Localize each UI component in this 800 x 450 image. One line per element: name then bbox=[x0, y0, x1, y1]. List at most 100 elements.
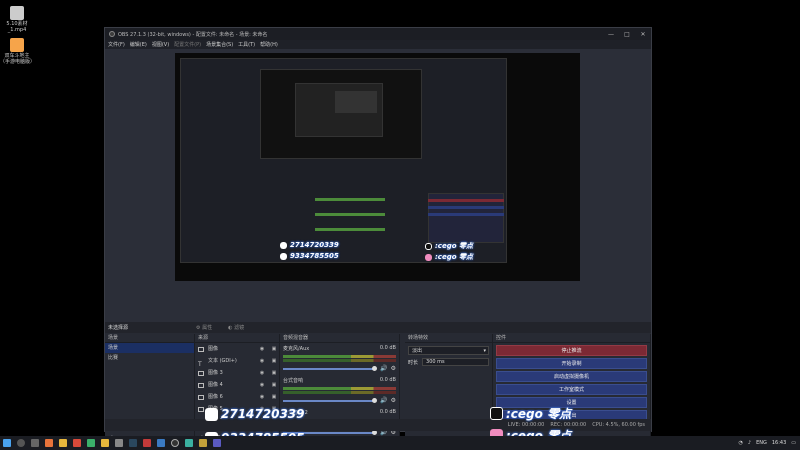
level-meter bbox=[283, 387, 396, 390]
cpu-status: CPU: 4.5%, 60.00 fps bbox=[592, 422, 645, 428]
speaker-icon[interactable]: ♪ bbox=[748, 440, 751, 446]
lock-icon[interactable]: ▣ bbox=[269, 379, 279, 391]
desktop-icon-video[interactable]: 5.10素材_1.mp4 bbox=[0, 6, 34, 33]
obs-window: OBS 27.1.3 (32-bit, windows) - 配置文件: 未命名… bbox=[104, 27, 652, 444]
menu-scene-collection[interactable]: 场景集合(S) bbox=[206, 41, 233, 48]
menu-profile: 配置文件(P) bbox=[174, 42, 202, 48]
obs-icon[interactable] bbox=[171, 439, 179, 447]
preview-canvas[interactable]: 2714720339 9334785505 :cego 零点 :cego 零点 bbox=[175, 53, 580, 281]
source-item[interactable]: T 文本 (GDI+) ◉ ▣ bbox=[195, 355, 279, 368]
app-icon[interactable] bbox=[185, 439, 193, 447]
app-icon[interactable] bbox=[73, 439, 81, 447]
menu-file[interactable]: 文件(F) bbox=[108, 41, 125, 48]
app-icon[interactable] bbox=[213, 439, 221, 447]
source-item[interactable]: 图像 ◉ ▣ bbox=[195, 343, 279, 355]
tiktok-icon bbox=[490, 407, 503, 420]
nested-bar bbox=[315, 213, 385, 216]
text-icon: T bbox=[198, 360, 202, 368]
network-icon[interactable]: ◔ bbox=[738, 440, 742, 446]
menu-view[interactable]: 视图(V) bbox=[152, 41, 169, 48]
source-item[interactable]: 图像 6 ◉ ▣ bbox=[195, 391, 279, 403]
close-button[interactable]: ✕ bbox=[635, 31, 651, 38]
scene-item[interactable]: 场景 bbox=[105, 343, 194, 353]
preview-overlay-qq1: 2714720339 bbox=[280, 241, 339, 249]
menu-help[interactable]: 帮助(H) bbox=[260, 41, 278, 48]
filters-button[interactable]: ◐ 滤镜 bbox=[228, 324, 244, 331]
steam-icon[interactable] bbox=[129, 439, 137, 447]
volume-knob[interactable] bbox=[372, 398, 378, 403]
app-icon[interactable] bbox=[45, 439, 53, 447]
lock-icon[interactable]: ▣ bbox=[269, 367, 279, 379]
task-view-icon[interactable] bbox=[31, 439, 39, 447]
lock-icon[interactable]: ▣ bbox=[269, 391, 279, 403]
overlay-bilibili-text: :cego 零点 bbox=[435, 253, 473, 261]
image-icon bbox=[198, 406, 204, 412]
gear-icon[interactable]: ⚙ bbox=[391, 365, 396, 372]
clock[interactable]: 16:43 bbox=[772, 440, 786, 446]
eye-icon[interactable]: ◉ bbox=[257, 391, 267, 403]
speaker-icon[interactable]: 🔊 bbox=[380, 397, 387, 404]
app-icon[interactable] bbox=[115, 439, 123, 447]
eye-icon[interactable]: ◉ bbox=[257, 355, 267, 367]
gear-icon[interactable]: ⚙ bbox=[391, 397, 396, 404]
maximize-button[interactable]: □ bbox=[619, 31, 635, 38]
duration-input[interactable]: 300 ms bbox=[422, 358, 489, 366]
minimize-button[interactable]: — bbox=[603, 31, 619, 38]
level-meter bbox=[283, 391, 396, 394]
app-icon[interactable] bbox=[87, 439, 95, 447]
desktop: 5.10素材_1.mp4 双车斗地主（手游电脑版） OBS 27.1.3 (32… bbox=[0, 0, 800, 450]
desktop-icon-label: 双车斗地主（手游电脑版） bbox=[0, 53, 36, 65]
overlay-qq2-text: 9334785505 bbox=[290, 252, 339, 260]
eye-icon[interactable]: ◉ bbox=[257, 343, 267, 355]
speaker-icon[interactable]: 🔊 bbox=[380, 365, 387, 372]
scene-item[interactable]: 比赛 bbox=[105, 353, 194, 363]
start-virtual-camera-button[interactable]: 启动虚拟摄像机 bbox=[496, 371, 647, 382]
eye-icon[interactable]: ◉ bbox=[257, 367, 267, 379]
volume-slider[interactable] bbox=[283, 367, 374, 370]
image-icon bbox=[198, 370, 204, 376]
transition-select[interactable]: 淡出 ▾ bbox=[408, 346, 489, 355]
studio-mode-button[interactable]: 工作室模式 bbox=[496, 384, 647, 395]
menu-bar: 文件(F) 编辑(E) 视图(V) 配置文件(P) 场景集合(S) 工具(T) … bbox=[105, 40, 651, 49]
search-icon[interactable] bbox=[17, 439, 25, 447]
app-icon[interactable] bbox=[101, 439, 109, 447]
stop-streaming-button[interactable]: 停止推流 bbox=[496, 345, 647, 356]
windows-start-icon[interactable] bbox=[3, 439, 11, 447]
source-label: 文本 (GDI+) bbox=[208, 358, 237, 364]
volume-knob[interactable] bbox=[372, 366, 378, 371]
menu-edit[interactable]: 编辑(E) bbox=[130, 41, 147, 48]
properties-button[interactable]: ⚙ 属性 bbox=[196, 324, 212, 331]
system-tray: ◔ ♪ ENG 16:43 ▭ bbox=[733, 436, 796, 450]
transitions-title: 转场特效 bbox=[405, 334, 492, 343]
folder-icon[interactable] bbox=[59, 439, 67, 447]
overlay-qq1-text: 2714720339 bbox=[221, 407, 305, 421]
start-recording-button[interactable]: 开始录制 bbox=[496, 358, 647, 369]
duration-row: 时长 300 ms bbox=[408, 358, 489, 366]
eye-icon[interactable]: ◉ bbox=[257, 379, 267, 391]
menu-tools[interactable]: 工具(T) bbox=[238, 41, 255, 48]
video-file-icon bbox=[10, 6, 24, 20]
lock-icon[interactable]: ▣ bbox=[269, 355, 279, 367]
source-item[interactable]: 图像 3 ◉ ▣ bbox=[195, 367, 279, 379]
notification-icon[interactable]: ▭ bbox=[791, 440, 796, 446]
nested-bar bbox=[428, 199, 504, 202]
source-item[interactable]: 图像 4 ◉ ▣ bbox=[195, 379, 279, 391]
lock-icon[interactable]: ▣ bbox=[269, 343, 279, 355]
window-title: OBS 27.1.3 (32-bit, windows) - 配置文件: 未命名… bbox=[118, 31, 268, 38]
app-icon[interactable] bbox=[199, 439, 207, 447]
app-icon[interactable] bbox=[157, 439, 165, 447]
mixer-channel: 麦克风/Aux 0.0 dB 🔊 ⚙ bbox=[280, 343, 399, 375]
app-icon[interactable] bbox=[143, 439, 151, 447]
overlay-qq1-text: 2714720339 bbox=[290, 241, 339, 249]
mixer-channel: 台式音响 0.0 dB 🔊 ⚙ bbox=[280, 375, 399, 407]
channel-level: 0.0 dB bbox=[379, 345, 396, 351]
overlay-tiktok-text: :cego 零点 bbox=[435, 242, 473, 250]
volume-slider[interactable] bbox=[283, 399, 374, 402]
preview-overlay-bilibili: :cego 零点 bbox=[425, 252, 473, 262]
image-icon bbox=[198, 382, 204, 388]
language-indicator[interactable]: ENG bbox=[756, 440, 767, 446]
desktop-icon-game[interactable]: 双车斗地主（手游电脑版） bbox=[0, 38, 36, 65]
source-label: 图像 3 bbox=[208, 370, 223, 376]
channel-name: 台式音响 bbox=[283, 378, 304, 384]
taskbar: ◔ ♪ ENG 16:43 ▭ bbox=[0, 436, 800, 450]
